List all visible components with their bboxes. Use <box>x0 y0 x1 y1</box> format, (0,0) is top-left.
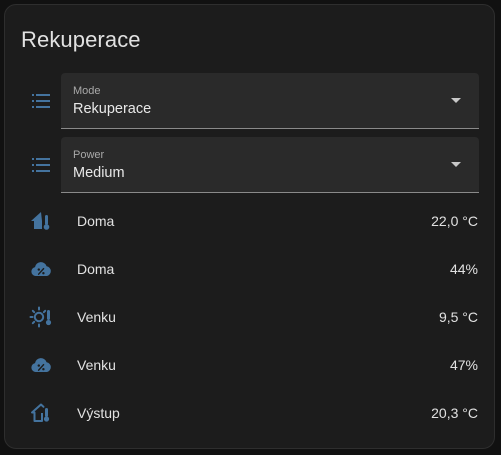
entity-row-venku-humidity[interactable]: Venku 47% <box>5 345 494 385</box>
home-thermometer-outline-icon <box>29 401 53 425</box>
mode-select[interactable]: Mode Rekuperace <box>61 73 479 129</box>
entity-name: Doma <box>77 261 115 277</box>
entity-name: Venku <box>77 357 116 373</box>
sun-thermometer-icon <box>29 305 53 329</box>
entity-value: 47% <box>449 357 478 373</box>
entity-row-doma-humidity[interactable]: Doma 44% <box>5 249 494 289</box>
entity-value: 20,3 °C <box>431 405 478 421</box>
format-list-bulleted-icon <box>29 89 53 113</box>
entity-name: Venku <box>77 309 116 325</box>
entity-name: Doma <box>77 213 115 229</box>
chevron-down-icon[interactable] <box>451 162 461 167</box>
entity-value: 9,5 °C <box>438 309 478 325</box>
mode-select-label: Mode <box>73 85 101 97</box>
home-thermometer-icon <box>29 209 53 233</box>
cloud-percent-icon <box>29 257 53 281</box>
power-select-value: Medium <box>73 165 125 181</box>
entity-row-venku-temperature[interactable]: Venku 9,5 °C <box>5 297 494 337</box>
entity-name: Výstup <box>77 405 120 421</box>
format-list-bulleted-icon <box>29 153 53 177</box>
entity-row-vystup-temperature[interactable]: Výstup 20,3 °C <box>5 393 494 433</box>
entity-value: 22,0 °C <box>431 213 478 229</box>
mode-select-row: Mode Rekuperace <box>5 73 494 129</box>
entity-value: 44% <box>449 261 478 277</box>
entity-row-doma-temperature[interactable]: Doma 22,0 °C <box>5 201 494 241</box>
power-select-row: Power Medium <box>5 137 494 193</box>
rekuperace-card: Rekuperace Mode Rekuperace Power Medium … <box>4 4 495 449</box>
card-title: Rekuperace <box>21 27 141 52</box>
chevron-down-icon[interactable] <box>451 98 461 103</box>
power-select-label: Power <box>73 149 105 161</box>
power-select[interactable]: Power Medium <box>61 137 479 193</box>
cloud-percent-icon <box>29 353 53 377</box>
mode-select-value: Rekuperace <box>73 101 152 117</box>
